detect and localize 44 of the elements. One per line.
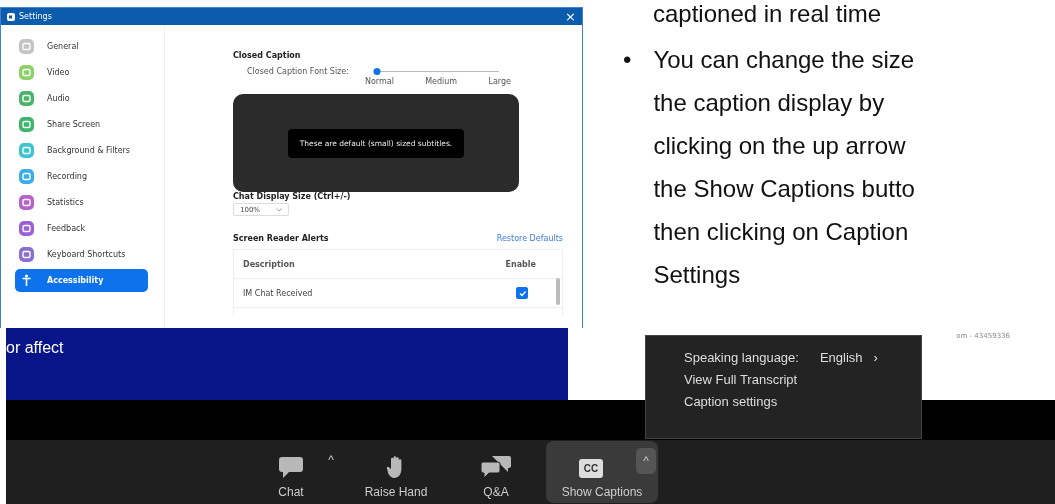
- restore-defaults-link[interactable]: Restore Defaults: [496, 234, 563, 243]
- sidebar-item[interactable]: Accessibility: [15, 269, 148, 292]
- speech-bubble-icon: [279, 457, 303, 478]
- slider-label: Large: [488, 77, 511, 86]
- table-cell: IM Chat Received: [243, 288, 313, 298]
- section-heading: Chat Display Size (Ctrl+/-): [233, 192, 351, 201]
- bullet-text: You can change the size the caption display by clicking on the up arrow the Show Captions butto then clicking on Caption Settings: [653, 45, 915, 290]
- toolbar-button[interactable]: Raise Hand: [356, 441, 436, 503]
- menu-item[interactable]: Speaking language:: [684, 350, 799, 365]
- checkbox[interactable]: [516, 287, 528, 299]
- sidebar-item[interactable]: General: [15, 35, 148, 58]
- toolbar-button[interactable]: CC Show Captions ^: [546, 441, 658, 503]
- sidebar-item[interactable]: Background & Filters: [15, 139, 148, 162]
- speech-bubbles-icon: [481, 456, 511, 478]
- close-button[interactable]: ×: [565, 10, 576, 23]
- slider-label: Medium: [425, 77, 458, 86]
- sidebar-item[interactable]: Keyboard Shortcuts: [15, 243, 148, 266]
- section-heading: Closed Caption: [233, 51, 301, 60]
- chevron-right-icon: ›: [873, 350, 878, 365]
- sidebar-item[interactable]: Share Screen: [15, 113, 148, 136]
- font-size-label: Closed Caption Font Size:: [247, 66, 349, 78]
- chevron-down-icon: [276, 207, 282, 212]
- caret-button[interactable]: ^: [636, 448, 656, 474]
- sidebar-item[interactable]: Statistics: [15, 191, 148, 214]
- window-title: Settings: [19, 12, 53, 21]
- sidebar-item[interactable]: Recording: [15, 165, 148, 188]
- cc-icon: CC: [578, 459, 604, 478]
- language-value: English: [819, 350, 863, 365]
- scrollbar[interactable]: [556, 278, 560, 305]
- bullet-mark: •: [623, 45, 632, 75]
- column-header: Enable: [505, 259, 536, 269]
- menu-item[interactable]: Caption settings: [684, 394, 778, 409]
- slide-text: or affect: [6, 339, 64, 356]
- sidebar-item[interactable]: Audio: [15, 87, 148, 110]
- caret-button[interactable]: ^: [328, 453, 334, 467]
- sidebar-item[interactable]: Feedback: [15, 217, 148, 240]
- menu-item[interactable]: View Full Transcript: [684, 372, 798, 387]
- sidebar-item[interactable]: Video: [15, 61, 148, 84]
- bullet-text: captioned in real time: [653, 0, 883, 28]
- slider-label: Normal: [364, 77, 394, 86]
- section-heading: Screen Reader Alerts: [233, 234, 329, 243]
- toolbar-button[interactable]: Q&A: [476, 441, 516, 503]
- column-header: Description: [243, 259, 295, 269]
- slider-thumb[interactable]: [373, 68, 381, 75]
